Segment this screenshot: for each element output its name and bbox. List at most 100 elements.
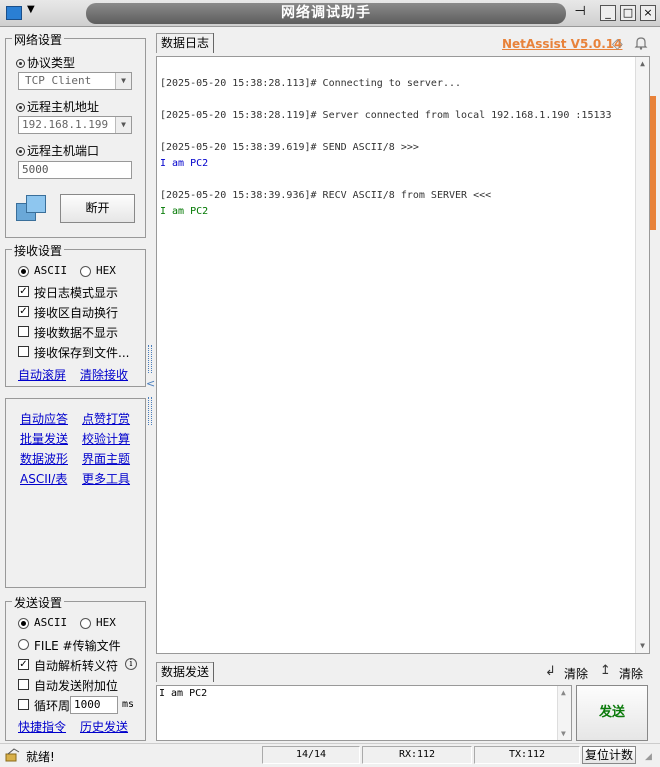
network-settings-group: 网络设置 协议类型 TCP Client ▼ 远程主机地址 192.168.1.1… bbox=[5, 31, 146, 238]
pin-icon[interactable]: ⊣ bbox=[572, 5, 588, 21]
send-file-label: FILE #传输文件 bbox=[34, 639, 121, 653]
brand-link[interactable]: NetAssist V5.0.14 bbox=[502, 37, 622, 51]
auto-scroll-link[interactable]: 自动滚屏 bbox=[18, 366, 66, 383]
auto-reply-link[interactable]: 自动应答 bbox=[20, 410, 68, 427]
message-count: 14/14 bbox=[262, 746, 360, 764]
theme-link[interactable]: 界面主题 bbox=[82, 450, 130, 467]
send-ascii-label: ASCII bbox=[34, 616, 68, 629]
send-ascii-radio[interactable] bbox=[18, 618, 29, 629]
send-settings-group: 发送设置 ASCII HEX FILE #传输文件 ✓ 自动解析转义符 i 自动… bbox=[5, 594, 146, 741]
status-text: 就绪! bbox=[26, 750, 55, 764]
protocol-label: 协议类型 bbox=[16, 54, 75, 71]
log-scrollbar[interactable]: ▲ ▼ bbox=[635, 57, 649, 653]
remote-port-label: 远程主机端口 bbox=[16, 142, 99, 159]
network-settings-title: 网络设置 bbox=[12, 31, 65, 48]
reset-count-button[interactable]: 复位计数 bbox=[582, 746, 636, 764]
log-line: [2025-05-20 15:38:39.619]# SEND ASCII/8 … bbox=[160, 142, 419, 153]
bell-icon[interactable] bbox=[633, 35, 649, 51]
recv-hex-radio[interactable] bbox=[80, 266, 91, 277]
log-mode-label: 按日志模式显示 bbox=[34, 286, 119, 300]
checksum-link[interactable]: 校验计算 bbox=[82, 430, 130, 447]
send-text[interactable]: I am PC2 bbox=[159, 688, 207, 699]
log-line: [2025-05-20 15:38:28.113]# Connecting to… bbox=[160, 78, 462, 89]
log-line-received-data: I am PC2 bbox=[160, 206, 209, 217]
clear-send-button[interactable]: 清除 bbox=[564, 665, 588, 682]
ascii-table-link[interactable]: ASCII/表 bbox=[20, 470, 67, 487]
hide-data-label: 接收数据不显示 bbox=[34, 326, 119, 340]
disconnect-button[interactable]: 断开 bbox=[60, 194, 135, 223]
escape-parse-label: 自动解析转义符 bbox=[34, 659, 119, 673]
maximize-button[interactable]: □ bbox=[620, 5, 636, 21]
diamond-icon[interactable]: ◇ bbox=[612, 36, 623, 52]
save-file-label: 接收保存到文件... bbox=[34, 346, 130, 360]
receive-log-area[interactable]: [2025-05-20 15:38:28.113]# Connecting to… bbox=[156, 56, 650, 654]
clear-receive-link[interactable]: 清除接收 bbox=[80, 366, 128, 383]
resize-grip-icon[interactable]: ◢ bbox=[645, 752, 652, 762]
log-line: [2025-05-20 15:38:28.119]# Server connec… bbox=[160, 110, 612, 121]
clear-send-icon[interactable]: ↲ bbox=[545, 664, 556, 679]
rx-counter: RX:112 bbox=[362, 746, 472, 764]
target-icon bbox=[16, 103, 25, 112]
shortcut-link[interactable]: 快捷指令 bbox=[18, 718, 66, 735]
recv-ascii-radio[interactable] bbox=[18, 266, 29, 277]
close-button[interactable]: × bbox=[640, 5, 656, 21]
donate-link[interactable]: 点赞打赏 bbox=[82, 410, 130, 427]
remote-port-input[interactable]: 5000 bbox=[18, 161, 132, 179]
remote-host-label: 远程主机地址 bbox=[16, 98, 99, 115]
scroll-up-icon[interactable]: ▲ bbox=[636, 57, 649, 71]
tab-divider bbox=[213, 33, 215, 53]
send-button[interactable]: 发送 bbox=[576, 685, 648, 741]
log-mode-checkbox[interactable]: ✓ bbox=[18, 286, 29, 297]
send-hex-radio[interactable] bbox=[80, 618, 91, 629]
hide-data-checkbox[interactable] bbox=[18, 326, 29, 337]
auto-wrap-checkbox[interactable]: ✓ bbox=[18, 306, 29, 317]
send-history-link[interactable]: 历史发送 bbox=[80, 718, 128, 735]
waveform-link[interactable]: 数据波形 bbox=[20, 450, 68, 467]
connection-icon bbox=[16, 195, 48, 225]
remote-host-select[interactable]: 192.168.1.199 ▼ bbox=[18, 116, 132, 134]
minimize-button[interactable]: _ bbox=[600, 5, 616, 21]
send-file-radio[interactable] bbox=[18, 639, 29, 650]
tab-divider bbox=[213, 662, 215, 682]
recv-ascii-label: ASCII bbox=[34, 264, 68, 277]
send-scrollbar[interactable]: ▲ ▼ bbox=[557, 686, 571, 740]
tx-counter: TX:112 bbox=[474, 746, 580, 764]
title-bar: ▼ 网络调试助手 ⊣ _ □ × bbox=[0, 0, 660, 27]
status-bar: 就绪! 14/14 RX:112 TX:112 复位计数 ◢ bbox=[0, 743, 660, 767]
target-icon bbox=[16, 59, 25, 68]
clear-all-button[interactable]: 清除 bbox=[619, 665, 643, 682]
escape-parse-checkbox[interactable]: ✓ bbox=[18, 659, 29, 670]
scroll-down-icon[interactable]: ▼ bbox=[561, 729, 566, 738]
system-menu-arrow-icon[interactable]: ▼ bbox=[27, 4, 35, 15]
status-icon bbox=[5, 748, 21, 762]
protocol-select[interactable]: TCP Client ▼ bbox=[18, 72, 132, 90]
panel-collapse-handle[interactable]: < bbox=[146, 345, 155, 429]
receive-settings-group: 接收设置 ASCII HEX ✓ 按日志模式显示 ✓ 接收区自动换行 接收数据不… bbox=[5, 242, 146, 387]
log-line-sent-data: I am PC2 bbox=[160, 158, 209, 169]
more-tools-link[interactable]: 更多工具 bbox=[82, 470, 130, 487]
send-input-area[interactable]: I am PC2 ▲ ▼ bbox=[156, 685, 572, 741]
batch-send-link[interactable]: 批量发送 bbox=[20, 430, 68, 447]
clear-all-icon[interactable]: ↥ bbox=[600, 663, 611, 678]
accent-scroll-indicator[interactable] bbox=[650, 96, 656, 230]
tab-data-send[interactable]: 数据发送 bbox=[156, 662, 215, 682]
info-icon[interactable]: i bbox=[125, 658, 137, 670]
chevron-down-icon[interactable]: ▼ bbox=[115, 117, 131, 133]
append-bits-label: 自动发送附加位 bbox=[34, 679, 119, 693]
chevron-down-icon[interactable]: ▼ bbox=[115, 73, 131, 89]
cycle-send-checkbox[interactable] bbox=[18, 699, 29, 710]
cycle-unit-label: ms bbox=[122, 699, 135, 710]
save-file-checkbox[interactable] bbox=[18, 346, 29, 357]
target-icon bbox=[16, 147, 25, 156]
log-line: [2025-05-20 15:38:39.936]# RECV ASCII/8 … bbox=[160, 190, 492, 201]
tab-data-log[interactable]: 数据日志 bbox=[156, 33, 215, 53]
append-bits-checkbox[interactable] bbox=[18, 679, 29, 690]
tools-group: 自动应答 点赞打赏 批量发送 校验计算 数据波形 界面主题 ASCII/表 更多… bbox=[5, 398, 146, 588]
scroll-up-icon[interactable]: ▲ bbox=[561, 688, 566, 697]
app-icon[interactable] bbox=[6, 6, 22, 20]
recv-hex-label: HEX bbox=[96, 264, 116, 277]
send-hex-label: HEX bbox=[96, 616, 116, 629]
window-title: 网络调试助手 bbox=[86, 3, 566, 24]
cycle-period-input[interactable]: 1000 bbox=[70, 696, 118, 714]
scroll-down-icon[interactable]: ▼ bbox=[636, 639, 649, 653]
